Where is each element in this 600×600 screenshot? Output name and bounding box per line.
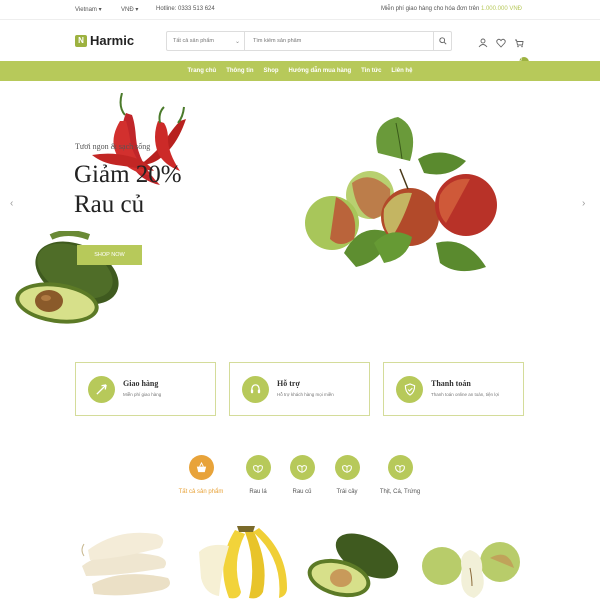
category-tab-fruit[interactable]: Trái cây: [317, 455, 377, 495]
feature-title: Thanh toán: [431, 379, 471, 388]
feature-desc: Miễn phí giao hàng: [123, 392, 162, 397]
heart-icon[interactable]: [496, 35, 506, 48]
shop-now-button[interactable]: SHOP NOW: [77, 245, 142, 265]
chevron-down-icon: ⌄: [234, 39, 240, 45]
hotline-text: Hotline: 0333 513 624: [156, 6, 215, 12]
category-tab-all[interactable]: Tất cả sản phẩm: [171, 455, 231, 495]
shipping-notice: Miễn phí giao hàng cho hóa đơn trên 1.00…: [381, 6, 522, 12]
header-icons: 0: [478, 35, 529, 67]
search-icon: [438, 37, 447, 45]
category-tab-meat[interactable]: Thịt, Cá, Trứng: [370, 455, 430, 495]
site-header: N Harmic Tất cả sản phẩm ⌄ 0: [0, 20, 600, 67]
leaf-icon: [289, 455, 315, 480]
pear-image[interactable]: [418, 538, 523, 600]
search-button[interactable]: [433, 32, 451, 50]
nav-item-news[interactable]: Tin tức: [361, 68, 381, 74]
logo-text: Harmic: [90, 33, 135, 48]
hero-title-line1: Giảm 20%: [74, 161, 182, 188]
top-bar: Vietnam ▾ VNĐ ▾ Hotline: 0333 513 624 Mi…: [0, 0, 600, 20]
hero-subtitle: Tươi ngon & sạch sống: [75, 142, 151, 151]
logo-icon: N: [75, 34, 87, 47]
search-category-label: Tất cả sản phẩm: [173, 38, 214, 44]
feature-card-payment: Thanh toán Thanh toán online an toàn, ti…: [383, 362, 524, 416]
banana-image[interactable]: [195, 522, 290, 600]
nav-item-shop[interactable]: Shop: [264, 68, 279, 74]
basket-icon: [188, 455, 214, 480]
currency-selector[interactable]: VNĐ ▾: [121, 6, 138, 13]
language-selector[interactable]: Vietnam ▾: [75, 6, 102, 13]
main-nav: Trang chủ Thông tin Shop Hướng dẫn mua h…: [0, 61, 600, 81]
headset-icon: [242, 376, 269, 403]
slider-prev-arrow[interactable]: ‹: [10, 198, 13, 209]
leaf-icon: [245, 455, 271, 480]
leaf-icon: [387, 455, 413, 480]
nav-item-guide[interactable]: Hướng dẫn mua hàng: [289, 68, 352, 74]
cart-icon[interactable]: 0: [514, 35, 529, 67]
nav-item-about[interactable]: Thông tin: [226, 68, 253, 74]
shipping-text: Miễn phí giao hàng cho hóa đơn trên: [380, 6, 481, 12]
feature-card-delivery: Giao hàng Miễn phí giao hàng: [75, 362, 216, 416]
feature-title: Giao hàng: [123, 379, 159, 388]
category-label: Thịt, Cá, Trứng: [379, 489, 421, 495]
avocado-product-image[interactable]: [305, 528, 405, 600]
feature-desc: Hỗ trợ khách hàng mọi miền: [277, 392, 334, 397]
slider-next-arrow[interactable]: ›: [582, 198, 585, 209]
delivery-icon: [88, 376, 115, 403]
search-category-select[interactable]: Tất cả sản phẩm ⌄: [167, 32, 245, 50]
nav-item-home[interactable]: Trang chủ: [188, 68, 217, 74]
feature-card-support: Hỗ trợ Hỗ trợ khách hàng mọi miền: [229, 362, 370, 416]
leaf-icon: [334, 455, 360, 480]
search-input[interactable]: [245, 32, 433, 50]
hero-slider: Tươi ngon & sạch sống Giảm 20% Rau củ SHO…: [0, 81, 600, 346]
shield-icon: [396, 376, 423, 403]
hero-title-line2: Rau củ: [74, 191, 145, 218]
logo[interactable]: N Harmic: [75, 33, 134, 48]
user-icon[interactable]: [478, 35, 488, 48]
search-bar: Tất cả sản phẩm ⌄: [166, 31, 452, 51]
daikon-image[interactable]: [78, 520, 173, 600]
nav-item-contact[interactable]: Liên hệ: [391, 68, 412, 74]
apples-image: [305, 117, 497, 272]
feature-title: Hỗ trợ: [277, 379, 300, 388]
category-label: Trái cây: [336, 489, 358, 495]
hero-title: Giảm 20% Rau củ: [74, 160, 182, 220]
category-label: Tất cả sản phẩm: [178, 489, 224, 495]
shipping-amount: 1.000.000 VNĐ: [480, 6, 522, 12]
feature-desc: Thanh toán online an toàn, tiện lợi: [431, 392, 500, 397]
